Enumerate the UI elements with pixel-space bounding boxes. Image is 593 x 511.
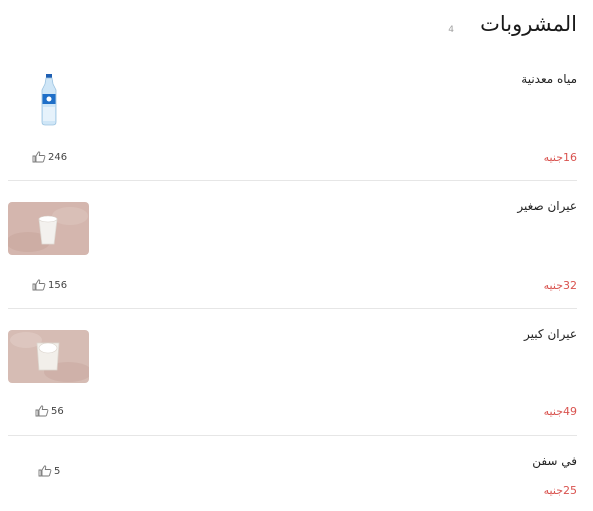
likes-counter[interactable]: 156: [32, 279, 67, 291]
price-unit: جنيه: [543, 279, 563, 292]
thumbs-up-icon: [32, 279, 46, 291]
item-price: 32جنيه: [544, 279, 577, 292]
item-name: عيران صغير: [517, 199, 577, 213]
price-unit: جنيه: [543, 484, 563, 497]
price-unit: جنيه: [543, 405, 563, 418]
thumbs-up-icon: [38, 465, 52, 477]
price-value: 49: [563, 405, 577, 418]
section-item-count: 4: [448, 25, 454, 35]
section-header: المشروبات 4: [10, 12, 577, 44]
menu-item[interactable]: مياه معدنية 246 16جنيه: [8, 60, 577, 181]
item-price: 49جنيه: [544, 405, 577, 418]
menu-item[interactable]: عيران صغير 156 32جنيه: [8, 181, 577, 309]
small-ayran-cup-image[interactable]: [8, 202, 89, 255]
price-value: 25: [563, 484, 577, 497]
item-price: 25جنيه: [544, 484, 577, 497]
likes-count: 156: [48, 279, 68, 291]
menu-item[interactable]: عيران كبير 56 49جنيه: [8, 309, 577, 436]
likes-counter[interactable]: 56: [35, 405, 64, 417]
section-title: المشروبات: [480, 12, 577, 36]
price-value: 32: [563, 279, 577, 292]
likes-count: 5: [54, 465, 61, 477]
item-price: 16جنيه: [544, 151, 577, 164]
likes-counter[interactable]: 5: [38, 465, 60, 477]
likes-count: 246: [48, 151, 68, 163]
water-bottle-image[interactable]: [38, 74, 60, 126]
price-value: 16: [563, 151, 577, 164]
likes-counter[interactable]: 246: [32, 151, 67, 163]
thumbs-up-icon: [35, 405, 49, 417]
price-unit: جنيه: [543, 151, 563, 164]
thumbs-up-icon: [32, 151, 46, 163]
item-name: في سفن: [532, 454, 577, 468]
large-ayran-cup-image[interactable]: [8, 330, 89, 383]
item-name: مياه معدنية: [521, 72, 577, 86]
likes-count: 56: [51, 405, 64, 417]
item-name: عيران كبير: [524, 327, 577, 341]
menu-item[interactable]: في سفن 5 25جنيه: [8, 436, 577, 511]
